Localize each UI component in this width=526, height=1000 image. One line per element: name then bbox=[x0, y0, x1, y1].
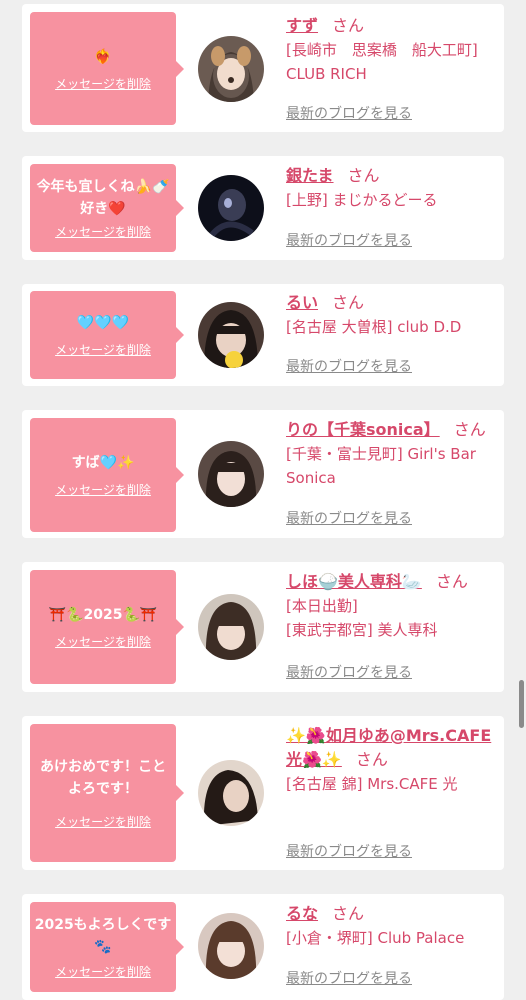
honorific: さん bbox=[453, 420, 486, 439]
scrollbar[interactable] bbox=[519, 680, 524, 728]
list-item: 🩵🩵🩵 メッセージを削除 るい さん [名古屋 大曽根] club D.D 最新の… bbox=[22, 284, 504, 386]
shop-info: [小倉・堺町] Club Palace bbox=[286, 929, 465, 947]
user-name-link[interactable]: しほ🍚美人専科🦢 bbox=[286, 572, 422, 591]
user-name-link[interactable]: ✨🌺如月ゆあ@Mrs.CAFE光🌺✨ bbox=[286, 726, 491, 769]
message-text: あけおめです！ことよろです！ bbox=[40, 759, 166, 797]
avatar[interactable] bbox=[198, 302, 264, 368]
latest-blog-link[interactable]: 最新のブログを見る bbox=[286, 105, 412, 123]
message-text: すば🩵✨ bbox=[71, 455, 135, 471]
message-text: 2025もよろしくです🐾 bbox=[34, 917, 172, 955]
work-status: [本日出勤] bbox=[286, 597, 358, 615]
list-item: 今年も宜しくね🍌🍼好き❤️ メッセージを削除 銀たま さん [上野] まじかるどー… bbox=[22, 156, 504, 260]
honorific: さん bbox=[332, 293, 365, 312]
message-bubble: ⛩️🐍2025🐍⛩️ メッセージを削除 bbox=[30, 570, 184, 684]
avatar[interactable] bbox=[198, 913, 264, 979]
honorific: さん bbox=[355, 750, 388, 769]
message-bubble: ❤️‍🔥 メッセージを削除 bbox=[30, 12, 184, 125]
shop-info: [東武宇都宮] 美人専科 bbox=[286, 621, 438, 639]
shop-info: [上野] まじかるどーる bbox=[286, 191, 438, 209]
latest-blog-link[interactable]: 最新のブログを見る bbox=[286, 510, 412, 528]
shop-info: [千葉・富士見町] Girl's Bar Sonica bbox=[286, 445, 476, 487]
delete-message-link[interactable]: メッセージを削除 bbox=[55, 814, 151, 830]
honorific: さん bbox=[332, 904, 365, 923]
delete-message-link[interactable]: メッセージを削除 bbox=[55, 634, 151, 650]
delete-message-link[interactable]: メッセージを削除 bbox=[55, 76, 151, 92]
list-item: ❤️‍🔥 メッセージを削除 すず さん [長崎市 思案橋 船大工町] CLUB R… bbox=[22, 4, 504, 132]
avatar[interactable] bbox=[198, 441, 264, 507]
delete-message-link[interactable]: メッセージを削除 bbox=[55, 482, 151, 498]
latest-blog-link[interactable]: 最新のブログを見る bbox=[286, 358, 412, 376]
message-bubble: 🩵🩵🩵 メッセージを削除 bbox=[30, 291, 184, 379]
shop-info: [名古屋 錦] Mrs.CAFE 光 bbox=[286, 775, 458, 793]
delete-message-link[interactable]: メッセージを削除 bbox=[55, 342, 151, 358]
avatar[interactable] bbox=[198, 760, 264, 826]
latest-blog-link[interactable]: 最新のブログを見る bbox=[286, 232, 412, 250]
latest-blog-link[interactable]: 最新のブログを見る bbox=[286, 970, 412, 988]
user-name-link[interactable]: すず bbox=[286, 16, 318, 35]
message-text: 今年も宜しくね🍌🍼好き❤️ bbox=[36, 179, 170, 217]
avatar[interactable] bbox=[198, 36, 264, 102]
message-text: ⛩️🐍2025🐍⛩️ bbox=[48, 607, 158, 623]
honorific: さん bbox=[347, 166, 380, 185]
list-item: すば🩵✨ メッセージを削除 りの【千葉sonica】 さん [千葉・富士見町] G… bbox=[22, 410, 504, 538]
message-text: ❤️‍🔥 bbox=[94, 48, 112, 65]
message-bubble: 今年も宜しくね🍌🍼好き❤️ メッセージを削除 bbox=[30, 164, 184, 252]
message-list: ❤️‍🔥 メッセージを削除 すず さん [長崎市 思案橋 船大工町] CLUB R… bbox=[0, 0, 526, 1000]
shop-info: [名古屋 大曽根] club D.D bbox=[286, 318, 462, 336]
message-text: 🩵🩵🩵 bbox=[76, 315, 130, 331]
message-bubble: すば🩵✨ メッセージを削除 bbox=[30, 418, 184, 532]
message-bubble: あけおめです！ことよろです！ メッセージを削除 bbox=[30, 724, 184, 862]
list-item: あけおめです！ことよろです！ メッセージを削除 ✨🌺如月ゆあ@Mrs.CAFE光… bbox=[22, 716, 504, 870]
user-name-link[interactable]: るな bbox=[286, 904, 318, 923]
user-name-link[interactable]: るい bbox=[286, 293, 318, 312]
honorific: さん bbox=[332, 16, 365, 35]
avatar[interactable] bbox=[198, 175, 264, 241]
delete-message-link[interactable]: メッセージを削除 bbox=[55, 964, 151, 980]
honorific: さん bbox=[435, 572, 468, 591]
delete-message-link[interactable]: メッセージを削除 bbox=[55, 224, 151, 240]
latest-blog-link[interactable]: 最新のブログを見る bbox=[286, 664, 412, 682]
latest-blog-link[interactable]: 最新のブログを見る bbox=[286, 843, 412, 861]
avatar[interactable] bbox=[198, 594, 264, 660]
list-item: 2025もよろしくです🐾 メッセージを削除 るな さん [小倉・堺町] Club … bbox=[22, 894, 504, 1000]
shop-info: [長崎市 思案橋 船大工町] CLUB RICH bbox=[286, 41, 478, 83]
list-item: ⛩️🐍2025🐍⛩️ メッセージを削除 しほ🍚美人専科🦢 さん [本日出勤] [東… bbox=[22, 562, 504, 692]
user-name-link[interactable]: りの【千葉sonica】 bbox=[286, 420, 440, 439]
user-name-link[interactable]: 銀たま bbox=[286, 166, 334, 185]
message-bubble: 2025もよろしくです🐾 メッセージを削除 bbox=[30, 902, 184, 992]
